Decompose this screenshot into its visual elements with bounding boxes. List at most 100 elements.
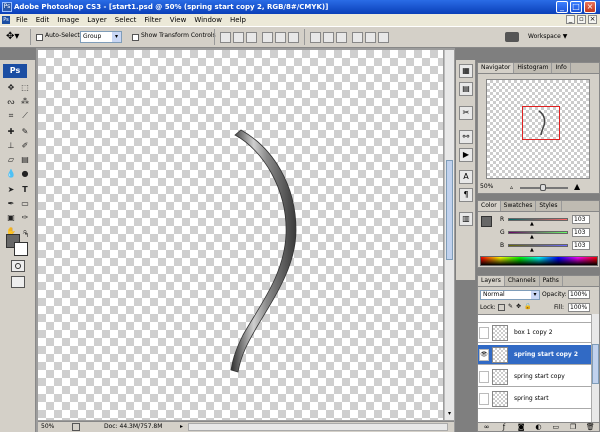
brush-tool-icon[interactable]: ✎ [19, 126, 31, 138]
distribute-bottom-icon[interactable] [336, 32, 347, 43]
layer-visibility-toggle[interactable] [479, 327, 489, 339]
shape-tool-icon[interactable]: ▭ [19, 198, 31, 210]
align-hcenter-icon[interactable] [275, 32, 286, 43]
vertical-scrollbar[interactable]: ▾ [444, 50, 454, 420]
layer-style-icon[interactable]: ƒ [499, 423, 508, 432]
layer-visibility-toggle[interactable] [479, 371, 489, 383]
eyedropper-icon[interactable]: ✑ [19, 212, 31, 224]
color-foreground[interactable] [481, 216, 492, 227]
swap-colors-icon[interactable]: ↰ [24, 232, 29, 239]
tab-styles[interactable]: Styles [536, 201, 562, 211]
status-icon[interactable] [72, 423, 80, 431]
menu-window[interactable]: Window [190, 14, 226, 26]
tab-channels[interactable]: Channels [505, 276, 540, 286]
tool-presets-icon[interactable]: ▤ [459, 82, 473, 96]
lock-transparency-icon[interactable] [498, 304, 505, 311]
adjustment-layer-icon[interactable]: ◐ [534, 423, 543, 432]
opacity-input[interactable]: 100% [568, 290, 590, 299]
pen-tool-icon[interactable]: ✒ [5, 198, 17, 210]
actions-icon[interactable]: ▶ [459, 148, 473, 162]
layer-row-partial[interactable] [478, 315, 591, 323]
document-icon[interactable]: Ps [2, 16, 10, 24]
align-vcenter-icon[interactable] [233, 32, 244, 43]
distribute-right-icon[interactable] [378, 32, 389, 43]
quick-mask-icon[interactable] [11, 260, 25, 272]
doc-restore-button[interactable]: ▫ [577, 15, 586, 24]
menu-help[interactable]: Help [226, 14, 250, 26]
blue-slider[interactable]: ▲ [508, 244, 568, 253]
marquee-tool-icon[interactable]: ⬚ [19, 82, 31, 94]
tab-swatches[interactable]: Swatches [501, 201, 537, 211]
maximize-button[interactable]: □ [570, 1, 582, 13]
minimize-button[interactable]: _ [556, 1, 568, 13]
distribute-left-icon[interactable] [352, 32, 363, 43]
screen-mode-icon[interactable] [11, 276, 25, 288]
align-top-icon[interactable] [220, 32, 231, 43]
layer-comps-icon[interactable]: ▥ [459, 212, 473, 226]
close-button[interactable]: × [584, 1, 596, 13]
notes-tool-icon[interactable]: ▣ [5, 212, 17, 224]
blue-slider-thumb[interactable]: ▲ [530, 247, 534, 253]
layer-row[interactable]: spring start [478, 389, 591, 409]
navigator-zoom[interactable]: 50% [480, 183, 493, 190]
eraser-tool-icon[interactable]: ▱ [5, 154, 17, 166]
zoom-out-icon[interactable]: ▵ [510, 184, 513, 191]
history-brush-icon[interactable]: ✐ [19, 140, 31, 152]
workspace-menu[interactable]: Workspace ▼ [528, 33, 567, 40]
bridge-icon[interactable] [505, 32, 519, 42]
blend-mode-dropdown[interactable]: Normal ▾ [480, 290, 540, 300]
eye-icon[interactable]: 👁 [479, 349, 489, 361]
link-layers-icon[interactable]: ∞ [482, 423, 491, 432]
auto-select-dropdown[interactable]: Group ▾ [80, 31, 122, 43]
layer-row-selected[interactable]: 👁 spring start copy 2 [478, 345, 591, 365]
distribute-top-icon[interactable] [310, 32, 321, 43]
lock-pixels-icon[interactable]: ✎ [508, 303, 513, 310]
distribute-hcenter-icon[interactable] [365, 32, 376, 43]
character-icon[interactable]: A [459, 170, 473, 184]
new-layer-icon[interactable]: ❐ [569, 423, 578, 432]
menu-edit[interactable]: Edit [32, 14, 54, 26]
menu-filter[interactable]: Filter [140, 14, 165, 26]
red-value[interactable]: 103 [572, 215, 590, 224]
tab-paths[interactable]: Paths [540, 276, 563, 286]
zoom-slider-thumb[interactable] [540, 184, 546, 191]
move-tool-preset-icon[interactable]: ✥▾ [6, 31, 19, 42]
menu-image[interactable]: Image [53, 14, 83, 26]
tab-info[interactable]: Info [552, 63, 571, 73]
type-tool-icon[interactable]: T [19, 184, 31, 196]
menu-file[interactable]: File [12, 14, 32, 26]
color-spectrum[interactable] [480, 256, 598, 266]
healing-brush-icon[interactable]: ✚ [5, 126, 17, 138]
layer-row[interactable]: box 1 copy 2 [478, 323, 591, 343]
lock-position-icon[interactable]: ✥ [516, 303, 521, 310]
move-tool-icon[interactable]: ✥ [5, 82, 17, 94]
scroll-down-icon[interactable]: ▾ [445, 410, 454, 419]
slice-tool-icon[interactable]: ⟋ [19, 110, 31, 122]
navigator-preview[interactable] [486, 79, 590, 179]
brushes-icon[interactable]: ▦ [459, 64, 473, 78]
delete-layer-icon[interactable]: 🗑 [586, 423, 595, 432]
green-value[interactable]: 103 [572, 228, 590, 237]
dodge-tool-icon[interactable]: ● [19, 168, 31, 180]
tab-histogram[interactable]: Histogram [514, 63, 553, 73]
green-slider[interactable]: ▲ [508, 231, 568, 240]
layers-scrollbar[interactable] [591, 314, 599, 422]
crop-tool-icon[interactable]: ⌗ [5, 110, 17, 122]
new-group-icon[interactable]: ▭ [551, 423, 560, 432]
menu-view[interactable]: View [166, 14, 191, 26]
background-color-swatch[interactable] [14, 242, 28, 256]
clone-stamp-icon[interactable]: ⊥ [5, 140, 17, 152]
layer-visibility-toggle[interactable] [479, 393, 489, 405]
fill-input[interactable]: 100% [568, 303, 590, 312]
tab-navigator[interactable]: Navigator [478, 63, 515, 73]
tab-color[interactable]: Color [478, 201, 501, 211]
menu-select[interactable]: Select [111, 14, 141, 26]
scrollbar-thumb[interactable] [446, 160, 453, 260]
distribute-vcenter-icon[interactable] [323, 32, 334, 43]
show-transform-checkbox[interactable] [132, 34, 139, 41]
zoom-slider[interactable] [520, 184, 568, 191]
layer-mask-icon[interactable]: ◙ [517, 423, 526, 432]
tab-layers[interactable]: Layers [478, 276, 505, 286]
horizontal-scrollbar[interactable] [188, 423, 448, 431]
layer-row[interactable]: spring start copy [478, 367, 591, 387]
